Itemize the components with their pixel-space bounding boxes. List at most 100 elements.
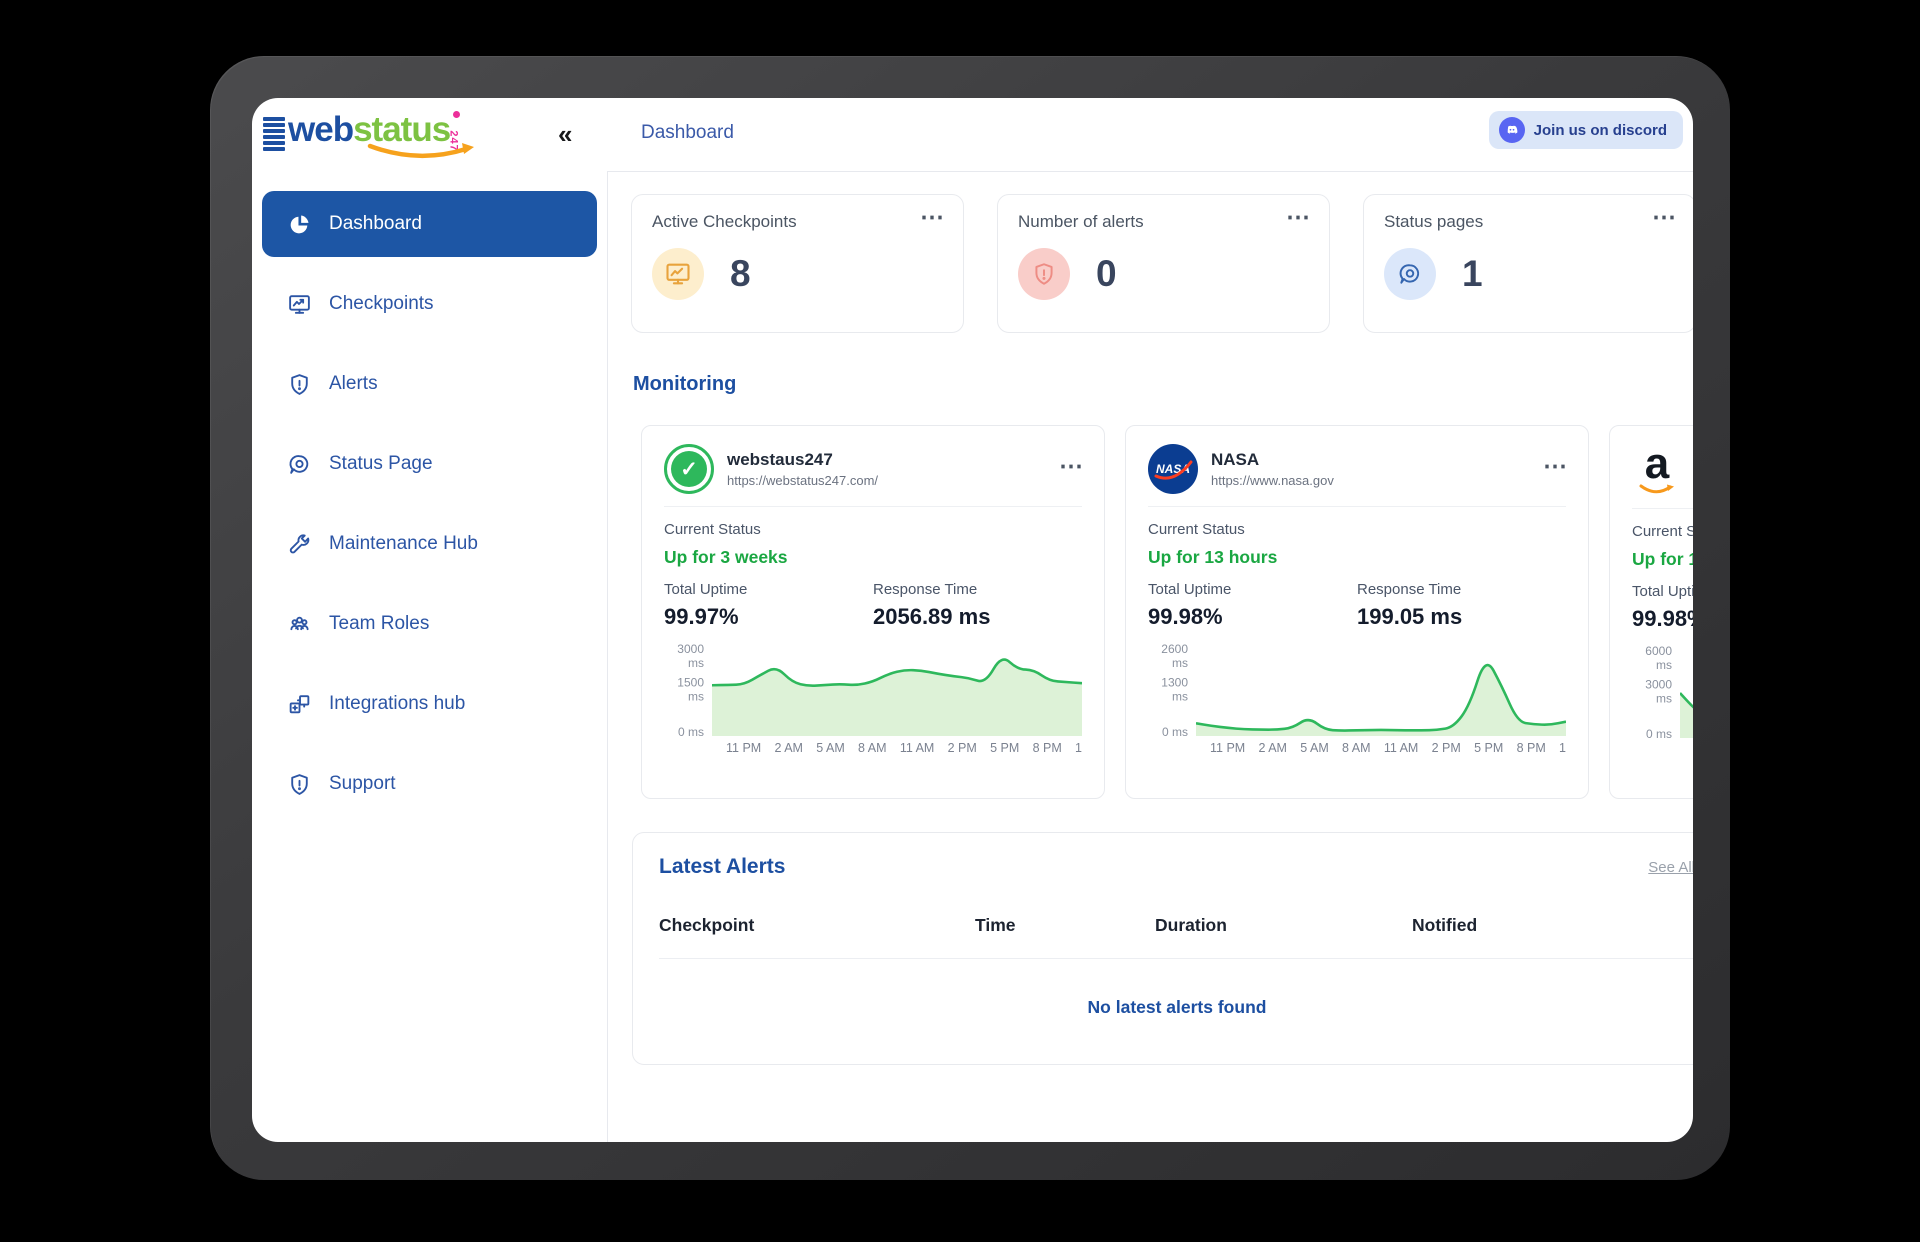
- sidebar-item-maintenance-hub[interactable]: Maintenance Hub: [262, 511, 597, 577]
- monitoring-heading: Monitoring: [633, 373, 1693, 396]
- shield-icon: [1018, 248, 1070, 300]
- alerts-table-header: Checkpoint Time Duration Notified: [659, 915, 1693, 959]
- column-checkpoint: Checkpoint: [659, 915, 975, 936]
- page-title: Dashboard: [641, 122, 734, 144]
- response-time-chart: [1196, 644, 1566, 736]
- total-uptime-value: 99.97%: [664, 604, 873, 630]
- main-content: Active Checkpoints ⋯ 8 Number of alert: [608, 171, 1693, 1142]
- stat-card-status-pages: Status pages ⋯ 1: [1363, 194, 1693, 333]
- top-bar: webstatus 247 « Dashboard Join us on dis…: [252, 98, 1693, 171]
- card-menu-button[interactable]: ⋯: [920, 203, 945, 232]
- latest-alerts-card: Latest Alerts See All Checkpoint Time Du…: [632, 832, 1693, 1065]
- shield-alert-icon: [287, 372, 312, 397]
- monitor-name: webstaus247: [727, 449, 878, 470]
- card-menu-button[interactable]: ⋯: [1059, 452, 1084, 481]
- amazon-logo: a: [1632, 444, 1682, 496]
- discord-icon: [1499, 117, 1525, 143]
- chart-y-axis: 2600 ms1300 ms0 ms: [1148, 644, 1196, 736]
- logo-bars-icon: [263, 117, 285, 151]
- column-notified: Notified: [1412, 915, 1693, 936]
- stat-value: 8: [730, 253, 751, 295]
- sidebar-item-team-roles[interactable]: Team Roles: [262, 591, 597, 657]
- sidebar-item-alerts[interactable]: Alerts: [262, 351, 597, 417]
- sidebar-item-integrations-hub[interactable]: Integrations hub: [262, 671, 597, 737]
- current-status-value: Up for 13 hours: [1148, 547, 1566, 568]
- latest-alerts-heading: Latest Alerts: [659, 855, 1693, 879]
- monitor-chart-icon: [287, 292, 312, 317]
- monitor-url: https://www.nasa.gov: [1211, 473, 1334, 489]
- monitor-card-webstaus247: ✓ webstaus247 https://webstatus247.com/ …: [641, 425, 1105, 799]
- monitor-card-nasa: NASA NASA https://www.nasa.gov ⋯ Current…: [1125, 425, 1589, 799]
- total-uptime-label: Total Uptime: [664, 581, 873, 598]
- response-time-chart: [712, 644, 1082, 736]
- stat-value: 1: [1462, 253, 1483, 295]
- see-all-link[interactable]: See All: [1648, 859, 1693, 876]
- chart-y-axis: 3000 ms1500 ms0 ms: [664, 644, 712, 736]
- response-time-chart: [1680, 646, 1693, 738]
- wrench-icon: [287, 532, 312, 557]
- chart-x-axis: 11 PM2 AM5 AM8 AM11 AM2 PM5 PM8 PM1: [712, 741, 1082, 755]
- tablet-frame: webstatus 247 « Dashboard Join us on dis…: [210, 56, 1730, 1180]
- card-menu-button[interactable]: ⋯: [1543, 452, 1568, 481]
- sidebar-item-dashboard[interactable]: Dashboard: [262, 191, 597, 257]
- chart-x-axis: 11 PM2 AM5 AM8 AM11 AM2 PM5 PM8 PM1: [1196, 741, 1566, 755]
- app-body: Dashboard Checkpoints Alerts: [252, 171, 1693, 1142]
- response-time-label: Response Time: [873, 581, 1082, 598]
- stat-title: Status pages: [1384, 212, 1675, 232]
- sidebar-item-label: Integrations hub: [329, 693, 465, 715]
- sidebar-item-label: Support: [329, 773, 396, 795]
- response-time-label: Response Time: [1357, 581, 1566, 598]
- join-discord-label: Join us on discord: [1534, 122, 1667, 139]
- monitors-row: ✓ webstaus247 https://webstatus247.com/ …: [641, 425, 1693, 799]
- card-menu-button[interactable]: ⋯: [1286, 203, 1311, 232]
- chart-x-axis: 11 PM2 AM5 AM8 AM11 AM2 PM5 PM8 PM1: [1680, 743, 1693, 757]
- sidebar-item-label: Team Roles: [329, 613, 429, 635]
- total-uptime-label: Total Uptime: [1148, 581, 1357, 598]
- logo-pink-dot: [453, 111, 460, 118]
- monitor-url: https://webstatus247.com/: [727, 473, 878, 489]
- column-time: Time: [975, 915, 1155, 936]
- join-discord-button[interactable]: Join us on discord: [1489, 111, 1683, 149]
- nasa-logo: NASA: [1148, 444, 1198, 494]
- webstatus-logo: webstatus 247: [263, 110, 450, 151]
- current-status-value: Up for 3 weeks: [664, 547, 1082, 568]
- total-uptime-label: Total Uptime: [1632, 583, 1693, 600]
- sidebar-item-support[interactable]: Support: [262, 751, 597, 817]
- sidebar: Dashboard Checkpoints Alerts: [252, 171, 608, 1142]
- logo-web: web: [288, 110, 353, 149]
- status-bubble-icon: [1384, 248, 1436, 300]
- column-duration: Duration: [1155, 915, 1412, 936]
- status-bubble-icon: [287, 452, 312, 477]
- total-uptime-value: 99.98%: [1148, 604, 1357, 630]
- monitor-name: NASA: [1211, 449, 1334, 470]
- logo-swoosh-icon: [366, 143, 476, 161]
- stat-title: Active Checkpoints: [652, 212, 943, 232]
- shield-alert-icon: [287, 772, 312, 797]
- stat-card-number-of-alerts: Number of alerts ⋯ 0: [997, 194, 1330, 333]
- total-uptime-value: 99.98%: [1632, 606, 1693, 632]
- up-status-check-icon: ✓: [664, 444, 714, 494]
- monitor-chart-icon: [652, 248, 704, 300]
- sidebar-item-label: Status Page: [329, 453, 433, 475]
- team-icon: [287, 612, 312, 637]
- card-menu-button[interactable]: ⋯: [1652, 203, 1677, 232]
- current-status-label: Current Status: [1148, 521, 1566, 538]
- response-time-value: 199.05 ms: [1357, 604, 1566, 630]
- stats-row: Active Checkpoints ⋯ 8 Number of alert: [631, 194, 1693, 333]
- sidebar-item-label: Dashboard: [329, 213, 422, 235]
- current-status-value: Up for 1: [1632, 549, 1693, 570]
- response-time-value: 2056.89 ms: [873, 604, 1082, 630]
- sidebar-item-status-page[interactable]: Status Page: [262, 431, 597, 497]
- sidebar-item-label: Maintenance Hub: [329, 533, 478, 555]
- sidebar-item-label: Checkpoints: [329, 293, 434, 315]
- monitor-card-amazon: a Current Status Up for 1: [1609, 425, 1693, 799]
- sidebar-collapse-button[interactable]: «: [558, 120, 572, 148]
- integrations-puzzle-icon: [287, 692, 312, 717]
- stat-card-active-checkpoints: Active Checkpoints ⋯ 8: [631, 194, 964, 333]
- sidebar-item-checkpoints[interactable]: Checkpoints: [262, 271, 597, 337]
- stat-title: Number of alerts: [1018, 212, 1309, 232]
- pie-chart-icon: [287, 212, 312, 237]
- logo-text: webstatus 247: [288, 110, 450, 150]
- current-status-label: Current Status: [664, 521, 1082, 538]
- stat-value: 0: [1096, 253, 1117, 295]
